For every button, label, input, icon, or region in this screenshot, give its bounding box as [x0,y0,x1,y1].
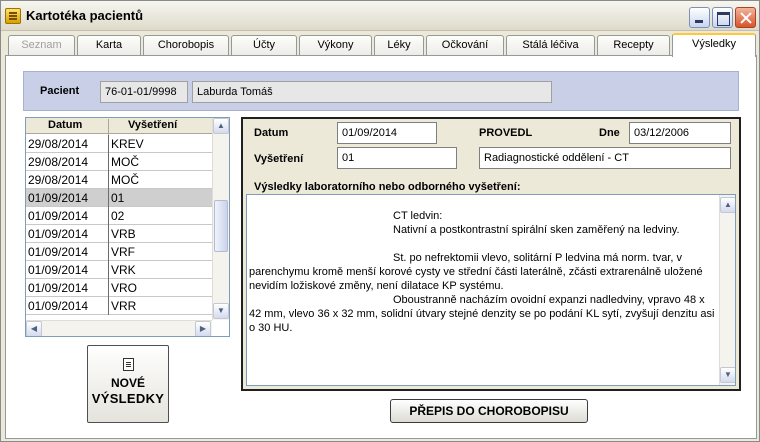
window-title: Kartotéka pacientů [26,8,144,23]
list-header: Datum Vyšetření [26,118,212,135]
app-icon [5,8,21,24]
tab-bar: Seznam Karta Chorobopis Účty Výkony Léky… [6,33,758,57]
tab-chorobopis[interactable]: Chorobopis [143,35,229,56]
tab-ucty[interactable]: Účty [231,35,297,56]
rewrite-to-record-button[interactable]: PŘEPIS DO CHOROBOPISU [390,399,588,423]
patient-name-field: Laburda Tomáš [192,81,552,103]
date-label: Datum [254,127,289,139]
list-row-selected[interactable]: 01/09/2014 01 [26,189,212,207]
list-row[interactable]: 01/09/2014 VRR [26,297,212,315]
column-header-exam[interactable]: Vyšetření [128,119,177,131]
new-results-button[interactable]: NOVÉ VÝSLEDKY [87,345,169,423]
scroll-up-icon[interactable]: ▲ [720,197,735,213]
column-separator[interactable] [108,119,109,135]
close-button[interactable] [735,7,756,28]
list-horizontal-scrollbar[interactable]: ◀ ▶ [26,320,212,336]
patient-bar: Pacient 76-01-01/9998 Laburda Tomáš [23,71,739,111]
scroll-down-icon[interactable]: ▼ [213,303,229,319]
maximize-button[interactable] [712,7,733,28]
performed-label: PROVEDL [479,127,533,139]
scroll-left-icon[interactable]: ◀ [26,321,42,336]
department-field[interactable]: Radiagnostické oddělení - CT [479,147,731,169]
day-field[interactable]: 03/12/2006 [629,122,731,144]
list-row[interactable]: 01/09/2014 VRK [26,261,212,279]
list-row[interactable]: 01/09/2014 VRF [26,243,212,261]
minimize-button[interactable] [689,7,710,28]
tab-vykony[interactable]: Výkony [299,35,372,56]
main-window: Kartotéka pacientů Seznam Karta Chorobop… [0,0,760,442]
tab-leky[interactable]: Léky [374,35,424,56]
tab-recepty[interactable]: Recepty [597,35,670,56]
list-row[interactable]: 29/08/2014 MOČ [26,171,212,189]
result-detail-panel: Datum 01/09/2014 PROVEDL Dne 03/12/2006 … [241,117,741,391]
scroll-up-icon[interactable]: ▲ [213,118,229,134]
list-vertical-scrollbar[interactable]: ▲ ▼ [212,118,229,320]
exam-field[interactable]: 01 [337,147,457,169]
list-row[interactable]: 29/08/2014 KREV [26,135,212,153]
tab-stala-leciva[interactable]: Stálá léčiva [506,35,595,56]
results-textarea[interactable]: CT ledvin: Nativní a postkontrastní spir… [246,194,736,386]
scroll-right-icon[interactable]: ▶ [195,321,211,336]
exam-label: Vyšetření [254,153,304,165]
tab-ockovani[interactable]: Očkování [426,35,504,56]
date-field[interactable]: 01/09/2014 [337,122,437,144]
tab-seznam: Seznam [8,35,75,56]
tab-vysledky[interactable]: Výsledky [672,33,756,57]
scroll-down-icon[interactable]: ▼ [720,367,735,383]
column-header-date[interactable]: Datum [48,119,82,131]
day-label: Dne [599,127,620,139]
list-row[interactable]: 29/08/2014 MOČ [26,153,212,171]
results-label: Výsledky laboratorního nebo odborného vy… [254,181,521,193]
document-icon [123,358,134,371]
title-bar[interactable]: Kartotéka pacientů [1,1,759,31]
results-scrollbar[interactable]: ▲ ▼ [719,195,735,385]
tab-karta[interactable]: Karta [77,35,141,56]
results-list[interactable]: Datum Vyšetření 29/08/2014 KREV 29/08/201… [25,117,230,337]
list-row[interactable]: 01/09/2014 VRO [26,279,212,297]
patient-label: Pacient [40,85,80,97]
scroll-thumb[interactable] [214,200,228,252]
list-row[interactable]: 01/09/2014 02 [26,207,212,225]
patient-id-field: 76-01-01/9998 [100,81,188,103]
list-row[interactable]: 01/09/2014 VRB [26,225,212,243]
